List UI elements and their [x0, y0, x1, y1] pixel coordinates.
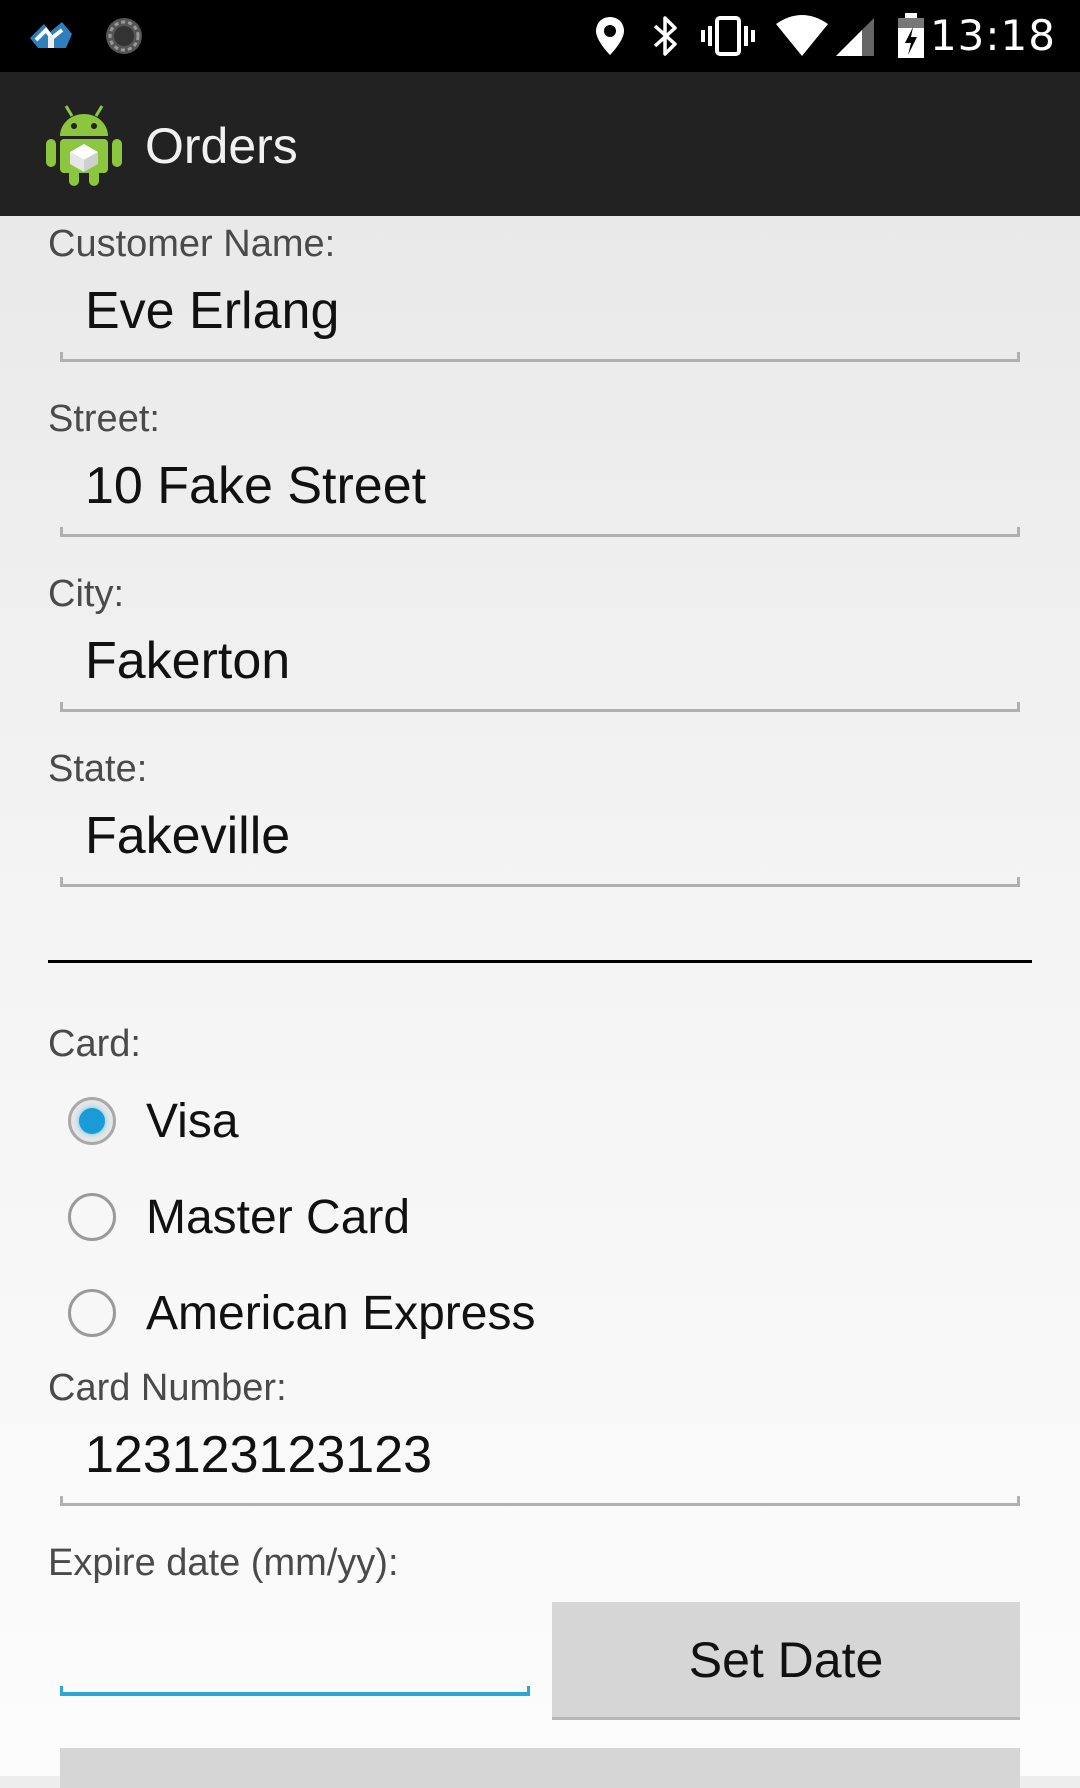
street-label: Street: [48, 398, 160, 440]
order-form: Customer Name: Eve Erlang Street: 10 Fak… [0, 216, 1080, 1788]
field-underline [60, 877, 1020, 887]
set-date-button[interactable]: Set Date [552, 1602, 1020, 1720]
card-number-value: 123123123123 [85, 1426, 433, 1484]
card-number-label: Card Number: [48, 1367, 287, 1409]
field-underline [60, 702, 1020, 712]
customer-name-label: Customer Name: [48, 223, 336, 265]
location-icon [592, 14, 628, 58]
android-app-icon[interactable] [44, 102, 124, 188]
field-underline [60, 352, 1020, 362]
city-value: Fakerton [85, 632, 291, 690]
cell-signal-icon [834, 14, 876, 58]
wifi-icon [774, 14, 830, 58]
radio-label-american-express: American Express [146, 1287, 536, 1340]
card-label: Card: [48, 1023, 141, 1065]
street-value: 10 Fake Street [85, 457, 427, 515]
radio-american-express[interactable]: American Express [68, 1277, 868, 1357]
city-label: City: [48, 573, 124, 615]
street-field[interactable]: 10 Fake Street [60, 441, 1020, 551]
state-field[interactable]: Fakeville [60, 791, 1020, 901]
radio-visa[interactable]: Visa [68, 1085, 868, 1165]
battery-charging-icon [896, 13, 926, 58]
bluetooth-icon [648, 14, 684, 58]
state-value: Fakeville [85, 807, 291, 865]
field-underline [60, 527, 1020, 537]
expire-date-label: Expire date (mm/yy): [48, 1542, 399, 1584]
app-title: Orders [145, 118, 298, 174]
action-bar: Orders [0, 72, 1080, 216]
radio-button[interactable] [68, 1289, 116, 1337]
radio-label-master-card: Master Card [146, 1191, 411, 1244]
city-field[interactable]: Fakerton [60, 616, 1020, 726]
app-notification-icon [26, 14, 76, 58]
status-bar: 13:18 [0, 0, 1080, 72]
radio-button[interactable] [68, 1193, 116, 1241]
state-label: State: [48, 748, 148, 790]
radio-master-card[interactable]: Master Card [68, 1181, 868, 1261]
sync-icon [100, 14, 148, 58]
section-divider [48, 960, 1032, 963]
expire-date-field[interactable] [60, 1600, 530, 1710]
vibrate-icon [700, 14, 756, 58]
card-number-field[interactable]: 123123123123 [60, 1410, 1020, 1520]
customer-name-field[interactable]: Eve Erlang [60, 266, 1020, 376]
customer-name-value: Eve Erlang [85, 282, 340, 340]
field-underline [60, 1496, 1020, 1506]
status-time: 13:18 [929, 11, 1056, 60]
bottom-button-partial[interactable] [60, 1748, 1020, 1788]
radio-button-checked[interactable] [68, 1097, 116, 1145]
radio-label-visa: Visa [146, 1095, 239, 1148]
field-underline-focused [60, 1686, 530, 1696]
